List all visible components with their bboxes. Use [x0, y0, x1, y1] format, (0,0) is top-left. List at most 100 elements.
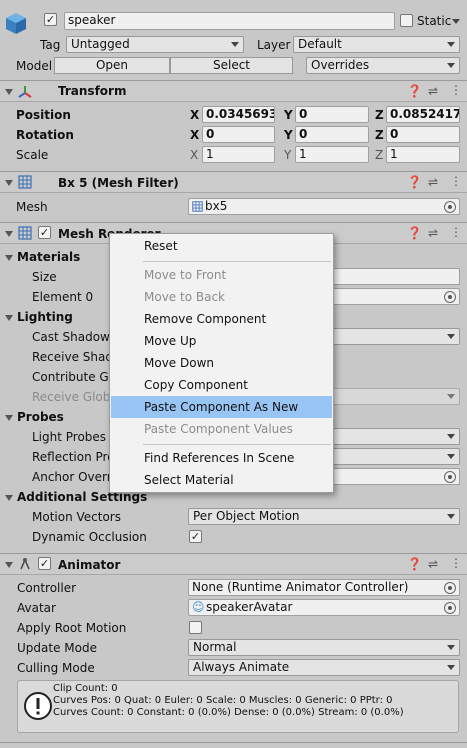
object-picker-icon[interactable]: [444, 291, 456, 303]
apply-root-motion-label: Apply Root Motion: [17, 621, 127, 635]
position-y-label: Y: [284, 108, 293, 122]
scale-label: Scale: [16, 148, 49, 162]
mesh-grid-icon: [18, 175, 32, 189]
menu-item-find-references[interactable]: Find References In Scene: [111, 447, 332, 469]
animator-title: Animator: [58, 558, 121, 572]
light-probes-label: Light Probes: [32, 430, 107, 444]
lighting-fold-icon[interactable]: [5, 315, 13, 321]
menu-item-paste-component-values[interactable]: Paste Component Values: [111, 418, 332, 440]
help-icon[interactable]: ❓: [407, 226, 422, 240]
mesh-renderer-enabled-checkbox[interactable]: ✓: [38, 226, 51, 239]
static-checkbox[interactable]: [400, 14, 413, 27]
menu-separator: [143, 261, 331, 262]
reflection-probes-dropdown[interactable]: [330, 448, 460, 465]
contribute-gi-label: Contribute Glo: [32, 370, 120, 384]
scale-z-field[interactable]: 1: [386, 146, 460, 163]
materials-fold-icon[interactable]: [5, 255, 13, 261]
controller-field[interactable]: None (Runtime Animator Controller): [188, 579, 460, 596]
fold-arrow-icon[interactable]: [5, 562, 13, 568]
transform-icon: [18, 86, 32, 98]
presets-icon[interactable]: ⇌: [428, 84, 438, 98]
menu-item-paste-component-as-new[interactable]: Paste Component As New: [111, 396, 332, 418]
apply-root-motion-checkbox[interactable]: [189, 621, 202, 634]
menu-dots-icon[interactable]: ⋮: [450, 556, 462, 570]
overrides-value: Overrides: [311, 58, 370, 72]
animator-header[interactable]: ✓ Animator ❓ ⇌ ⋮: [0, 553, 467, 575]
select-button[interactable]: Select: [170, 57, 293, 74]
dynamic-occlusion-checkbox[interactable]: ✓: [189, 530, 202, 543]
cast-shadows-dropdown[interactable]: [330, 328, 460, 345]
layer-value: Default: [298, 37, 342, 51]
static-dropdown-arrow-icon[interactable]: [452, 19, 460, 24]
scale-x-field[interactable]: 1: [202, 146, 275, 163]
help-icon[interactable]: ❓: [407, 84, 422, 98]
active-checkbox[interactable]: ✓: [44, 13, 57, 26]
fold-arrow-icon[interactable]: [5, 89, 13, 95]
menu-item-reset[interactable]: Reset: [111, 235, 332, 257]
menu-item-copy-component[interactable]: Copy Component: [111, 374, 332, 396]
static-label: Static: [417, 14, 452, 28]
info-line-3: Curves Count: 0 Constant: 0 (0.0%) Dense…: [53, 707, 404, 718]
object-name-field[interactable]: speaker: [64, 12, 395, 30]
scale-z-label: Z: [375, 148, 384, 162]
position-y-field[interactable]: 0: [295, 106, 369, 123]
position-x-field[interactable]: 0.0345693: [202, 106, 275, 123]
size-field[interactable]: [330, 268, 460, 285]
menu-item-move-to-front[interactable]: Move to Front: [111, 264, 332, 286]
fold-arrow-icon[interactable]: [5, 180, 13, 186]
bottom-divider: [0, 742, 467, 743]
probes-fold-icon[interactable]: [5, 415, 13, 421]
reflection-probes-label: Reflection Pro: [32, 450, 115, 464]
layer-dropdown[interactable]: Default: [293, 36, 460, 53]
probes-label: Probes: [17, 410, 64, 424]
culling-mode-dropdown[interactable]: Always Animate: [188, 659, 460, 676]
help-icon[interactable]: ❓: [407, 557, 422, 571]
rotation-x-field[interactable]: 0: [202, 126, 275, 143]
rotation-z-field[interactable]: 0: [386, 126, 460, 143]
additional-fold-icon[interactable]: [5, 495, 13, 501]
receive-gi-dropdown[interactable]: [330, 388, 460, 405]
rotation-y-label: Y: [284, 128, 293, 142]
animator-enabled-checkbox[interactable]: ✓: [38, 557, 51, 570]
presets-icon[interactable]: ⇌: [428, 226, 438, 240]
object-picker-icon[interactable]: [444, 582, 456, 594]
scale-y-field[interactable]: 1: [295, 146, 369, 163]
animator-icon: [20, 558, 30, 570]
anchor-override-label: Anchor Overri: [32, 470, 116, 484]
fold-arrow-icon[interactable]: [5, 231, 13, 237]
mesh-object-field[interactable]: bx5: [188, 198, 460, 215]
motion-vectors-dropdown[interactable]: Per Object Motion: [188, 508, 460, 525]
lighting-label: Lighting: [17, 310, 73, 324]
open-button[interactable]: Open: [54, 57, 170, 74]
object-picker-icon[interactable]: [444, 602, 456, 614]
object-picker-icon[interactable]: [444, 471, 456, 483]
element0-field[interactable]: [330, 288, 460, 305]
presets-icon[interactable]: ⇌: [428, 175, 438, 189]
transform-header[interactable]: Transform ❓ ⇌ ⋮: [0, 80, 467, 102]
help-icon[interactable]: ❓: [407, 175, 422, 189]
rotation-y-field[interactable]: 0: [295, 126, 369, 143]
menu-item-select-material[interactable]: Select Material: [111, 469, 332, 491]
menu-item-move-up[interactable]: Move Up: [111, 330, 332, 352]
light-probes-dropdown[interactable]: [330, 428, 460, 445]
overrides-dropdown[interactable]: Overrides: [306, 57, 460, 74]
position-z-field[interactable]: 0.0852417: [386, 106, 460, 123]
menu-dots-icon[interactable]: ⋮: [450, 225, 462, 239]
tag-dropdown[interactable]: Untagged: [66, 36, 244, 53]
mesh-filter-header[interactable]: Bx 5 (Mesh Filter) ❓ ⇌ ⋮: [0, 171, 467, 193]
menu-dots-icon[interactable]: ⋮: [450, 83, 462, 97]
update-mode-dropdown[interactable]: Normal: [188, 639, 460, 656]
receive-gi-label: Receive Glob: [32, 390, 111, 404]
cast-shadows-label: Cast Shadow: [32, 330, 110, 344]
animator-info-box: Clip Count: 0 Curves Pos: 0 Quat: 0 Eule…: [17, 680, 459, 733]
avatar-field[interactable]: ☺ speakerAvatar: [188, 599, 460, 616]
menu-item-remove-component[interactable]: Remove Component: [111, 308, 332, 330]
menu-item-move-to-back[interactable]: Move to Back: [111, 286, 332, 308]
gameobject-icon: [4, 11, 28, 35]
anchor-override-field[interactable]: [330, 468, 460, 485]
presets-icon[interactable]: ⇌: [428, 557, 438, 571]
menu-item-move-down[interactable]: Move Down: [111, 352, 332, 374]
object-picker-icon[interactable]: [444, 201, 456, 213]
menu-dots-icon[interactable]: ⋮: [450, 174, 462, 188]
controller-value: None (Runtime Animator Controller): [192, 580, 409, 594]
